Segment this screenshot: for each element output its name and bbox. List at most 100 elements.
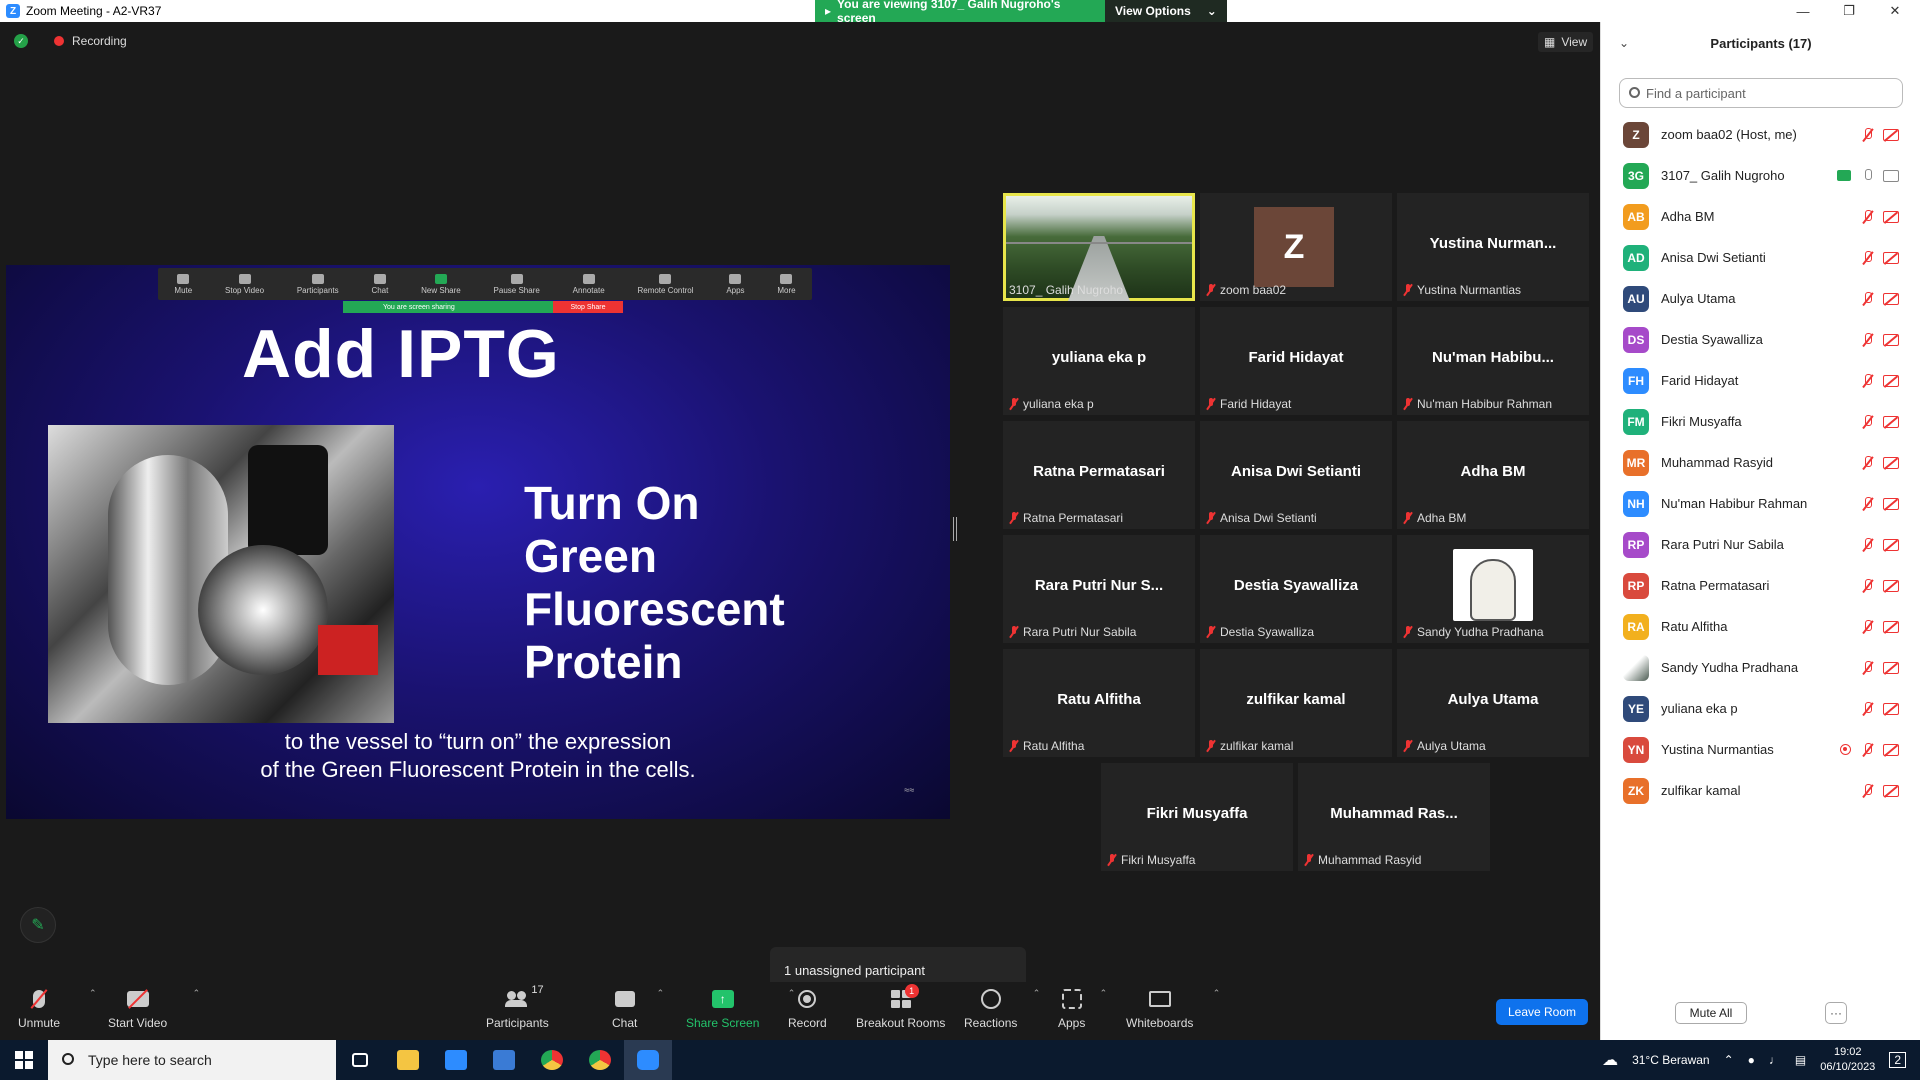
mic-muted-icon[interactable] [1861, 373, 1873, 388]
participant-row[interactable]: Sandy Yudha Pradhana [1601, 647, 1920, 688]
mic-muted-icon[interactable] [1861, 701, 1873, 716]
reactions-button[interactable]: ⌃ Reactions [964, 986, 1040, 1030]
mute-all-button[interactable]: Mute All [1675, 1002, 1747, 1024]
mic-muted-icon[interactable] [1861, 332, 1873, 347]
mic-muted-icon[interactable] [1861, 619, 1873, 634]
video-off-icon[interactable] [1883, 415, 1899, 428]
participant-row[interactable]: AD Anisa Dwi Setianti [1601, 237, 1920, 278]
video-off-icon[interactable] [1883, 210, 1899, 223]
mic-muted-icon[interactable] [1861, 455, 1873, 470]
taskbar-search-box[interactable]: Type here to search [48, 1040, 336, 1080]
mic-muted-icon[interactable] [1861, 496, 1873, 511]
participant-row[interactable]: AB Adha BM [1601, 196, 1920, 237]
video-tile[interactable]: Ratu Alfitha Ratu Alfitha [1003, 649, 1195, 757]
video-off-icon[interactable] [1883, 456, 1899, 469]
video-tile[interactable]: Fikri Musyaffa Fikri Musyaffa [1101, 763, 1293, 871]
shared-screen[interactable]: Mute Stop Video Participants Chat New Share P… [6, 265, 950, 819]
video-tile[interactable]: Adha BM Adha BM [1397, 421, 1589, 529]
weather-text[interactable]: 31°C Berawan [1632, 1053, 1710, 1067]
mic-muted-icon[interactable] [1861, 291, 1873, 306]
video-tile[interactable]: Anisa Dwi Setianti Anisa Dwi Setianti [1200, 421, 1392, 529]
caret-up-icon[interactable]: ⌃ [657, 988, 665, 999]
weather-icon[interactable]: ☁ [1602, 1050, 1618, 1070]
video-off-icon[interactable] [1883, 579, 1899, 592]
video-icon[interactable] [1883, 169, 1899, 182]
caret-up-icon[interactable]: ⌃ [1033, 988, 1041, 999]
network-icon[interactable]: ▤ [1795, 1053, 1806, 1067]
mic-muted-icon[interactable] [1861, 209, 1873, 224]
video-off-icon[interactable] [1883, 251, 1899, 264]
mail-button[interactable] [480, 1040, 528, 1080]
participant-row[interactable]: YE yuliana eka p [1601, 688, 1920, 729]
volume-icon[interactable]: ♩ [1769, 1053, 1781, 1067]
participant-row[interactable]: RP Rara Putri Nur Sabila [1601, 524, 1920, 565]
video-tile[interactable]: Sandy Yudha Pradhana [1397, 535, 1589, 643]
video-tile[interactable]: Yustina Nurman... Yustina Nurmantias [1397, 193, 1589, 301]
share-screen-button[interactable]: ↑ ⌃ Share Screen [686, 986, 795, 1030]
zoom-taskbar-button[interactable] [624, 1040, 672, 1080]
clock[interactable]: 19:02 06/10/2023 [1820, 1045, 1875, 1075]
notifications-icon[interactable]: 2 [1889, 1052, 1906, 1068]
restore-button[interactable]: ❐ [1826, 0, 1872, 22]
participant-row[interactable]: RA Ratu Alfitha [1601, 606, 1920, 647]
video-off-icon[interactable] [1883, 497, 1899, 510]
video-tile[interactable]: Muhammad Ras... Muhammad Rasyid [1298, 763, 1490, 871]
mic-muted-icon[interactable] [1861, 414, 1873, 429]
video-off-icon[interactable] [1883, 333, 1899, 346]
split-drag-handle[interactable] [953, 517, 957, 541]
participant-row[interactable]: FH Farid Hidayat [1601, 360, 1920, 401]
caret-up-icon[interactable]: ⌃ [193, 988, 201, 999]
mic-muted-icon[interactable] [1861, 783, 1873, 798]
task-view-button[interactable] [336, 1040, 384, 1080]
video-tile[interactable]: Farid Hidayat Farid Hidayat [1200, 307, 1392, 415]
file-explorer-button[interactable] [384, 1040, 432, 1080]
view-options-button[interactable]: View Options ⌄ [1105, 0, 1227, 22]
participant-row[interactable]: FM Fikri Musyaffa [1601, 401, 1920, 442]
video-off-icon[interactable] [1883, 292, 1899, 305]
mic-muted-icon[interactable] [1861, 127, 1873, 142]
participant-row[interactable]: Zzoom baa02 (Host, me) [1601, 114, 1920, 155]
leave-room-button[interactable]: Leave Room [1496, 999, 1588, 1025]
chrome-profile-button[interactable] [576, 1040, 624, 1080]
whiteboards-button[interactable]: ⌃ Whiteboards [1126, 986, 1220, 1030]
unmute-button[interactable]: ⌃ Unmute [18, 986, 97, 1030]
participant-row[interactable]: ZK zulfikar kamal [1601, 770, 1920, 811]
microphone-icon[interactable]: ● [1748, 1053, 1755, 1067]
video-tile[interactable]: Nu'man Habibu... Nu'man Habibur Rahman [1397, 307, 1589, 415]
recording-indicator[interactable]: ✓ Recording [14, 34, 127, 48]
caret-up-icon[interactable]: ⌃ [1100, 988, 1108, 999]
video-tile[interactable]: Zzoom baa02 [1200, 193, 1392, 301]
video-tile[interactable]: 3107_ Galih Nugroho [1003, 193, 1195, 301]
video-off-icon[interactable] [1883, 620, 1899, 633]
mic-icon[interactable] [1861, 168, 1873, 183]
security-shield-icon[interactable]: ✓ [14, 34, 28, 48]
breakout-rooms-button[interactable]: 1 Breakout Rooms [856, 984, 945, 1030]
record-button[interactable]: Record [788, 986, 827, 1030]
participants-button[interactable]: 17 Participants [486, 984, 549, 1030]
minimize-button[interactable]: — [1780, 0, 1826, 22]
mic-muted-icon[interactable] [1861, 537, 1873, 552]
video-off-icon[interactable] [1883, 743, 1899, 756]
view-button[interactable]: ▦ View [1538, 32, 1594, 52]
video-off-icon[interactable] [1883, 702, 1899, 715]
store-button[interactable] [432, 1040, 480, 1080]
video-off-icon[interactable] [1883, 128, 1899, 141]
video-off-icon[interactable] [1883, 661, 1899, 674]
windows-start-button[interactable] [0, 1040, 48, 1080]
mic-muted-icon[interactable] [1861, 250, 1873, 265]
chrome-button[interactable] [528, 1040, 576, 1080]
participant-row[interactable]: MR Muhammad Rasyid [1601, 442, 1920, 483]
mic-muted-icon[interactable] [1861, 742, 1873, 757]
video-off-icon[interactable] [1883, 784, 1899, 797]
video-tile[interactable]: zulfikar kamal zulfikar kamal [1200, 649, 1392, 757]
close-button[interactable]: ✕ [1872, 0, 1918, 22]
video-tile[interactable]: Rara Putri Nur S... Rara Putri Nur Sabila [1003, 535, 1195, 643]
caret-up-icon[interactable]: ⌃ [1213, 988, 1221, 999]
participant-row[interactable]: YN Yustina Nurmantias [1601, 729, 1920, 770]
apps-button[interactable]: ⌃ Apps [1058, 986, 1107, 1030]
caret-up-icon[interactable]: ⌃ [89, 988, 97, 999]
video-tile[interactable]: Destia Syawalliza Destia Syawalliza [1200, 535, 1392, 643]
mic-muted-icon[interactable] [1861, 578, 1873, 593]
video-tile[interactable]: Ratna Permatasari Ratna Permatasari [1003, 421, 1195, 529]
video-tile[interactable]: yuliana eka p yuliana eka p [1003, 307, 1195, 415]
